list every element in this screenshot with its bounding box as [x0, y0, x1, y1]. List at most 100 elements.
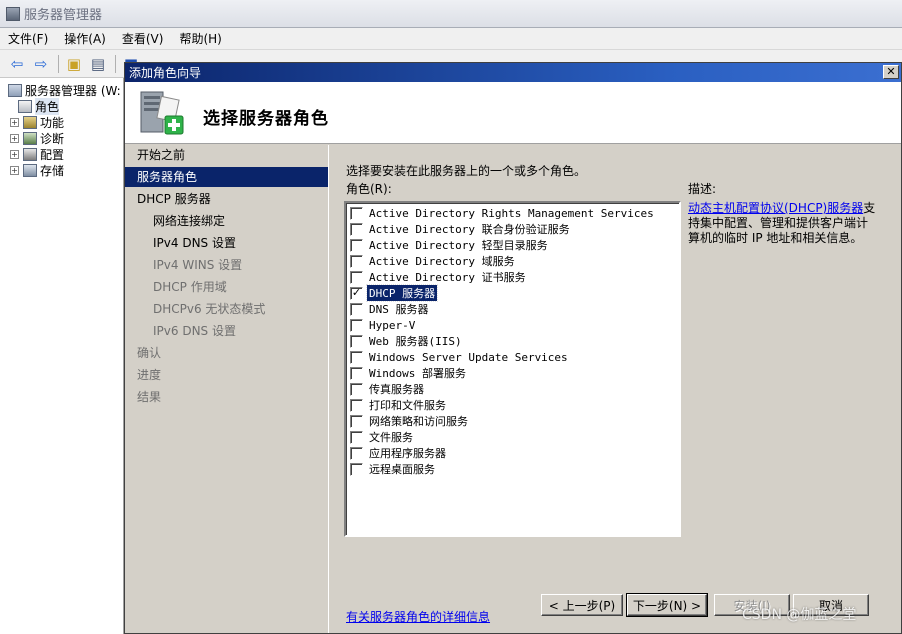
role-checkbox[interactable]: [350, 446, 363, 460]
more-info-roles-link[interactable]: 有关服务器角色的详细信息: [346, 608, 490, 625]
wizard-page-title: 选择服务器角色: [203, 109, 329, 129]
role-checkbox[interactable]: [350, 366, 363, 380]
server-manager-app-icon: [6, 6, 20, 21]
role-checkbox[interactable]: [350, 318, 363, 332]
role-item[interactable]: 网络策略和访问服务: [346, 413, 679, 429]
tree-item-features[interactable]: + 功能: [0, 114, 123, 130]
wizard-content: 选择要安装在此服务器上的一个或多个角色。 角色(R): 描述: Active D…: [330, 145, 900, 624]
role-item[interactable]: 打印和文件服务: [346, 397, 679, 413]
expand-icon[interactable]: +: [10, 149, 19, 159]
role-label: Windows 部署服务: [369, 367, 466, 380]
up-folder-icon[interactable]: ▣: [63, 54, 85, 74]
tree-item-diagnostics[interactable]: + 诊断: [0, 130, 123, 146]
tree-item-roles[interactable]: 角色: [0, 97, 123, 115]
server-add-role-icon: [140, 91, 184, 135]
role-item[interactable]: Active Directory 域服务: [346, 253, 679, 269]
tree-item-label: 存储: [40, 163, 65, 178]
role-label: Active Directory 证书服务: [369, 271, 526, 284]
dhcp-description-link[interactable]: 动态主机配置协议(DHCP)服务器: [688, 201, 863, 215]
role-checkbox[interactable]: [350, 238, 363, 252]
role-checkbox[interactable]: [350, 222, 363, 236]
server-manager-titlebar: 服务器管理器: [0, 0, 902, 28]
role-label: 应用程序服务器: [369, 447, 446, 460]
role-item[interactable]: 应用程序服务器: [346, 445, 679, 461]
role-label: Web 服务器(IIS): [369, 335, 462, 348]
tree-item-label: 配置: [40, 147, 65, 162]
expand-icon[interactable]: +: [10, 165, 19, 175]
role-checkbox[interactable]: [350, 334, 363, 348]
tree-item-storage[interactable]: + 存储: [0, 162, 123, 178]
role-checkbox[interactable]: [350, 302, 363, 316]
role-item[interactable]: Windows 部署服务: [346, 365, 679, 381]
nav-step-confirmation: 确认: [137, 346, 162, 360]
tree-item-configuration[interactable]: + 配置: [0, 146, 123, 162]
nav-step-before-you-begin[interactable]: 开始之前: [137, 145, 185, 165]
storage-icon: [23, 163, 37, 177]
role-checkbox[interactable]: [350, 254, 363, 268]
role-checkbox[interactable]: [350, 382, 363, 396]
role-item[interactable]: Active Directory Rights Management Servi…: [346, 205, 679, 221]
role-label: Hyper-V: [369, 318, 416, 332]
role-item[interactable]: 传真服务器: [346, 381, 679, 397]
wizard-title: 添加角色向导: [129, 66, 202, 80]
next-button[interactable]: 下一步(N) >: [626, 593, 708, 617]
watermark-text: CSDN @伽蓝之堂: [742, 607, 857, 623]
instruction-text: 选择要安装在此服务器上的一个或多个角色。: [346, 164, 587, 178]
close-icon[interactable]: ✕: [883, 65, 899, 79]
show-hide-console-tree-icon[interactable]: ▤: [87, 54, 109, 74]
expand-icon[interactable]: +: [10, 117, 19, 127]
menu-view[interactable]: 查看(V): [122, 30, 164, 47]
forward-arrow-icon[interactable]: ⇨: [30, 54, 52, 74]
role-item[interactable]: 文件服务: [346, 429, 679, 445]
console-tree: 服务器管理器 (W: 角色 + 功能 + 诊断 + 配置 + 存储: [0, 78, 124, 634]
menu-help[interactable]: 帮助(H): [179, 30, 221, 47]
roles-icon: [18, 99, 32, 113]
menu-file[interactable]: 文件(F): [8, 30, 48, 47]
expand-icon[interactable]: +: [10, 133, 19, 143]
role-item[interactable]: Hyper-V: [346, 317, 679, 333]
role-item[interactable]: DNS 服务器: [346, 301, 679, 317]
role-checkbox[interactable]: [350, 414, 363, 428]
role-item[interactable]: 远程桌面服务: [346, 461, 679, 477]
roles-checklist[interactable]: Active Directory Rights Management Servi…: [344, 201, 681, 537]
role-item[interactable]: Web 服务器(IIS): [346, 333, 679, 349]
role-label: 远程桌面服务: [369, 463, 435, 476]
role-item[interactable]: Active Directory 证书服务: [346, 269, 679, 285]
role-label: 打印和文件服务: [369, 399, 446, 412]
tree-item-label: 功能: [40, 115, 65, 130]
role-label: Windows Server Update Services: [369, 350, 568, 364]
wizard-titlebar[interactable]: 添加角色向导 ✕: [125, 63, 901, 82]
nav-step-dhcp-scope: DHCP 作用域: [153, 280, 227, 294]
nav-step-server-roles[interactable]: 服务器角色: [125, 167, 328, 187]
nav-step-ipv4-dns[interactable]: IPv4 DNS 设置: [153, 233, 236, 253]
features-icon: [23, 115, 37, 129]
server-manager-title: 服务器管理器: [24, 8, 103, 23]
nav-step-network-binding[interactable]: 网络连接绑定: [153, 211, 225, 231]
back-arrow-icon[interactable]: ⇦: [6, 54, 28, 74]
add-roles-wizard-dialog: 添加角色向导 ✕ 选择服务器角色 开始之前 服务器角色 DHCP 服务器 网络连…: [124, 62, 902, 634]
role-label: 网络策略和访问服务: [369, 415, 468, 428]
menu-action[interactable]: 操作(A): [64, 30, 106, 47]
role-checkbox[interactable]: [350, 270, 363, 284]
role-item[interactable]: Active Directory 轻型目录服务: [346, 237, 679, 253]
previous-button[interactable]: < 上一步(P): [541, 594, 623, 616]
role-item[interactable]: Windows Server Update Services: [346, 349, 679, 365]
nav-step-results: 结果: [137, 390, 162, 404]
role-checkbox[interactable]: [350, 398, 363, 412]
role-checkbox[interactable]: [350, 350, 363, 364]
role-item[interactable]: ✓ DHCP 服务器: [346, 284, 679, 302]
tree-root-server-manager[interactable]: 服务器管理器 (W:: [0, 82, 123, 98]
role-label: DNS 服务器: [369, 303, 429, 316]
diagnostics-icon: [23, 131, 37, 145]
role-checkbox[interactable]: ✓: [350, 286, 363, 300]
nav-step-progress: 进度: [137, 368, 162, 382]
nav-step-dhcpv6-stateless: DHCPv6 无状态模式: [153, 302, 266, 316]
role-checkbox[interactable]: [350, 430, 363, 444]
role-item[interactable]: Active Directory 联合身份验证服务: [346, 221, 679, 237]
role-checkbox[interactable]: [350, 206, 363, 220]
wizard-steps-nav: 开始之前 服务器角色 DHCP 服务器 网络连接绑定 IPv4 DNS 设置 I…: [125, 145, 329, 633]
tree-item-label: 角色: [35, 97, 60, 115]
nav-step-dhcp-server[interactable]: DHCP 服务器: [137, 189, 211, 209]
tree-item-label: 诊断: [40, 131, 65, 146]
role-checkbox[interactable]: [350, 462, 363, 476]
